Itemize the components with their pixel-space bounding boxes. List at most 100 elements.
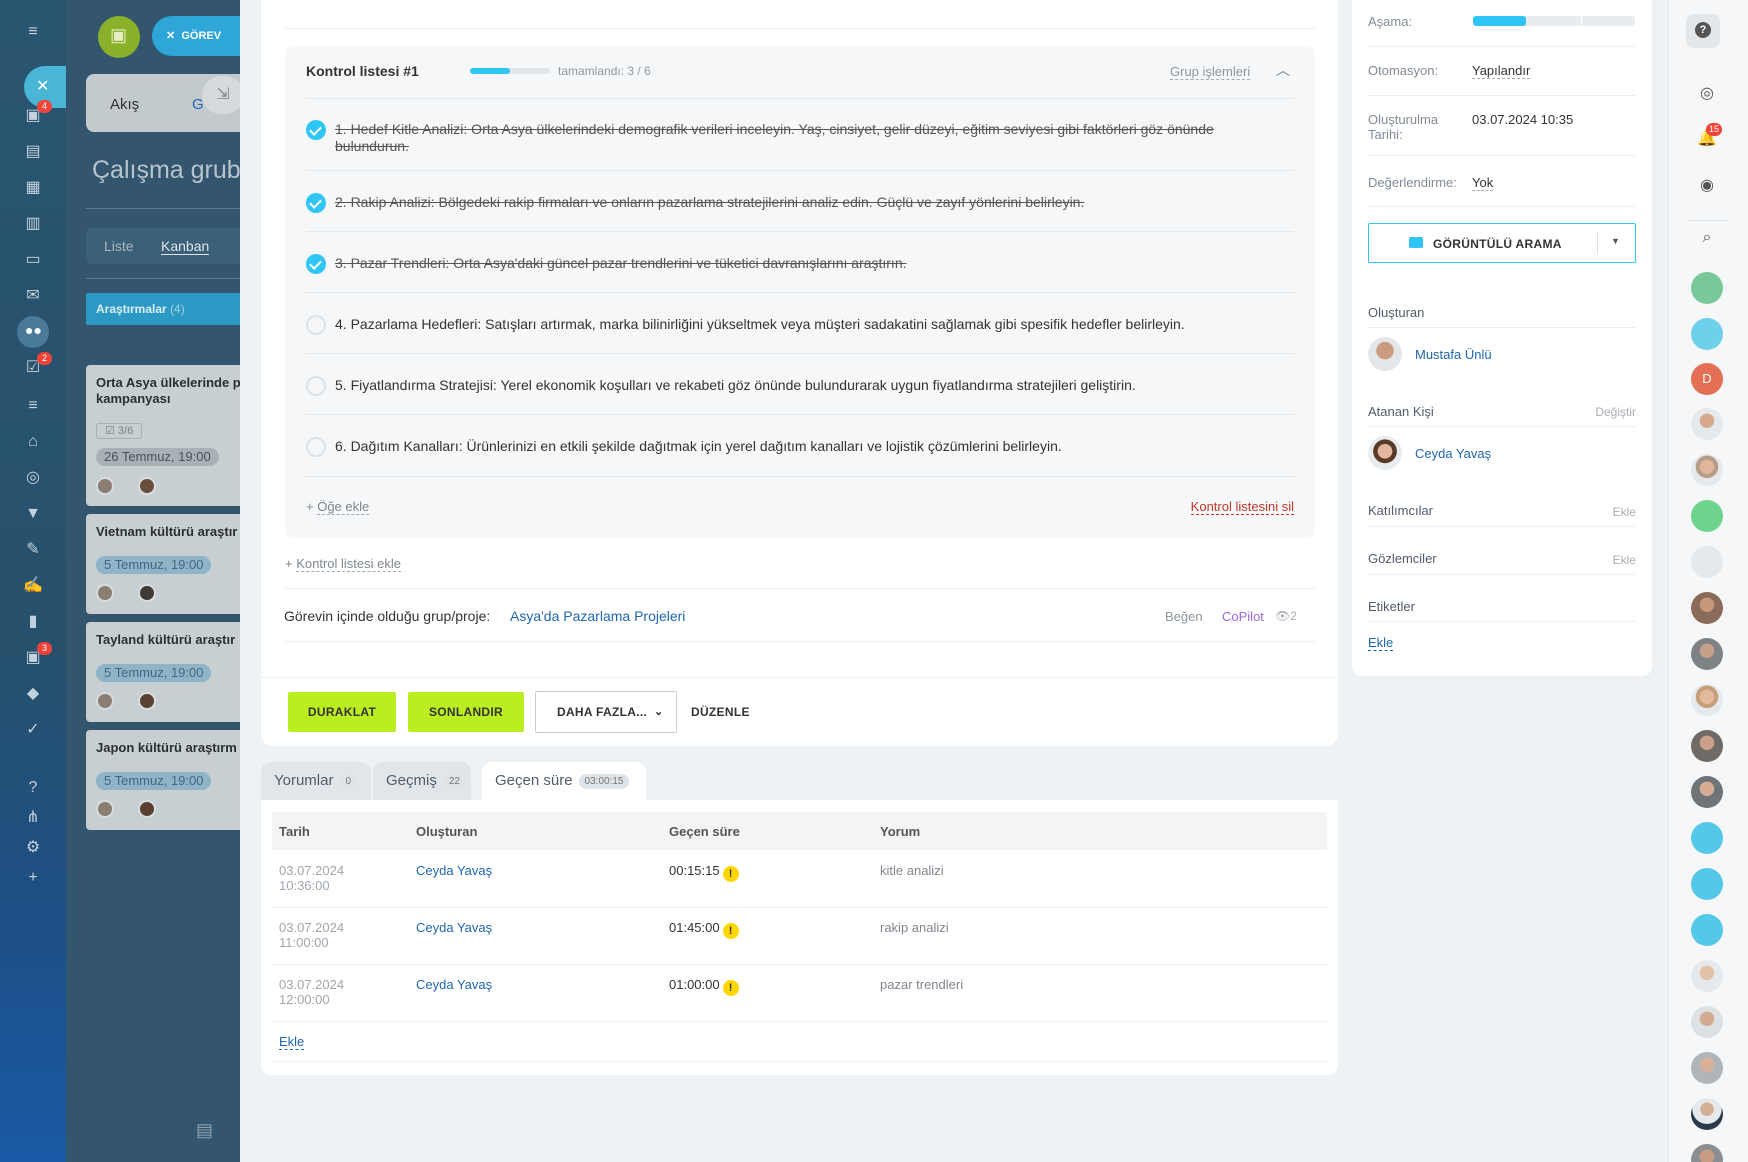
copilot-icon[interactable]: ◎ [1697, 84, 1717, 104]
user-clock-icon[interactable] [1691, 914, 1723, 946]
tab-elapsed-time[interactable]: Geçen süre 03:00:15 [482, 762, 646, 802]
assignee-name-link[interactable]: Ceyda Yavaş [1415, 446, 1491, 461]
avatar[interactable] [1691, 1006, 1723, 1038]
tab-history[interactable]: Geçmiş 22 [373, 762, 471, 800]
chat-icon[interactable]: ▤ [21, 140, 45, 164]
project-label: Görevin içinde olduğu grup/proje: [284, 608, 491, 624]
kanban-card[interactable]: Tayland kültürü araştır 5 Temmuz, 19:00 [86, 622, 240, 722]
kanban-card[interactable]: Orta Asya ülkelerinde p kampanyası ☑ 3/6… [86, 365, 240, 506]
checkbox-checked[interactable] [306, 193, 326, 213]
box-icon[interactable]: ◆ [21, 682, 45, 706]
stage-bar[interactable] [1473, 16, 1635, 26]
avatar[interactable] [1368, 337, 1402, 371]
printer-icon[interactable]: ▤ [196, 1120, 213, 1141]
avatar [96, 692, 114, 710]
avatar[interactable]: D [1691, 363, 1723, 395]
add-icon[interactable]: + [21, 866, 45, 890]
image-icon[interactable] [1691, 546, 1723, 578]
document-icon[interactable] [1691, 500, 1723, 532]
user-clock-icon[interactable] [1691, 868, 1723, 900]
chevron-down-icon[interactable]: ▼ [1611, 236, 1620, 246]
groups-icon[interactable]: ●● [17, 316, 49, 348]
schedule-icon[interactable]: ▦ [21, 176, 45, 200]
edit-button[interactable]: DÜZENLE [691, 705, 750, 719]
bank-icon[interactable]: ⌂ [21, 430, 45, 454]
avatar[interactable] [1691, 408, 1723, 440]
add-item-link[interactable]: + Öğe ekle [306, 499, 370, 515]
collapse-chevron-icon[interactable]: ︿ [1276, 60, 1290, 80]
check-circle-icon[interactable]: ✓ [21, 718, 45, 742]
avatar[interactable] [1691, 684, 1723, 716]
avatar[interactable] [1691, 1098, 1723, 1130]
avatar[interactable] [1691, 776, 1723, 808]
user-link[interactable]: Ceyda Yavaş [416, 977, 492, 992]
avatar[interactable] [1691, 638, 1723, 670]
new-task-button[interactable]: ✕ GÖREV [152, 16, 240, 56]
checklist-title[interactable]: Kontrol listesi #1 [306, 63, 419, 79]
tab-list[interactable]: Liste [104, 238, 134, 254]
minimize-icon[interactable]: ⇲ [202, 76, 240, 114]
video-call-button[interactable]: GÖRÜNTÜLÜ ARAMA ▼ [1368, 223, 1636, 263]
menu-icon[interactable]: ≡ [21, 20, 45, 44]
document-icon[interactable]: ▥ [21, 212, 45, 236]
signature-icon[interactable]: ✍ [21, 574, 45, 598]
group-actions-link[interactable]: Grup işlemleri [1170, 64, 1251, 80]
add-participant-link[interactable]: Ekle [1613, 505, 1636, 519]
project-link[interactable]: Asya'da Pazarlama Projeleri [510, 608, 685, 624]
avatar[interactable] [1368, 436, 1402, 470]
avatar[interactable] [1691, 592, 1723, 624]
mail-icon[interactable]: ✉ [21, 284, 45, 308]
avatar[interactable] [1691, 454, 1723, 486]
help-button[interactable]: ? [1686, 14, 1720, 48]
analytics-icon[interactable]: ▮ [21, 610, 45, 634]
target-icon[interactable]: ◎ [21, 466, 45, 490]
avatar[interactable] [1691, 1144, 1723, 1162]
pause-button[interactable]: DURAKLAT [288, 692, 396, 732]
add-observer-link[interactable]: Ekle [1613, 553, 1636, 567]
created-date-value: 03.07.2024 10:35 [1472, 112, 1574, 127]
messages-icon[interactable]: ◉ [1697, 176, 1717, 196]
user-link[interactable]: Ceyda Yavaş [416, 920, 492, 935]
deadline-badge: 5 Temmuz, 19:00 [96, 772, 212, 790]
kanban-card[interactable]: Japon kültürü araştırm 5 Temmuz, 19:00 [86, 730, 240, 830]
sitemap-icon[interactable]: ⋔ [21, 806, 45, 830]
delete-checklist-link[interactable]: Kontrol listesini sil [1190, 499, 1294, 515]
table-row: 03.07.2024 11:00:00 Ceyda Yavaş 01:45:00… [279, 920, 949, 950]
add-checklist-link[interactable]: + Kontrol listesi ekle [285, 556, 401, 572]
avatar[interactable] [1691, 730, 1723, 762]
tab-comments[interactable]: Yorumlar 0 [261, 762, 371, 800]
cart-icon[interactable]: ▼ [21, 502, 45, 526]
user-link[interactable]: Ceyda Yavaş [416, 863, 492, 878]
search-icon[interactable]: ⌕ [1697, 228, 1717, 248]
change-assignee-link[interactable]: Değiştir [1595, 405, 1636, 419]
tab-stream[interactable]: Akış [110, 96, 139, 113]
tags-label: Etiketler [1368, 599, 1415, 614]
add-tag-link[interactable]: Ekle [1368, 635, 1394, 651]
more-actions-dropdown[interactable]: DAHA FAZLA... ⌄ [535, 691, 677, 733]
automation-configure-link[interactable]: Yapılandır [1472, 63, 1531, 79]
creator-name-link[interactable]: Mustafa Ünlü [1415, 347, 1492, 362]
kanban-card[interactable]: Vietnam kültürü araştır 5 Temmuz, 19:00 [86, 514, 240, 614]
copilot-link[interactable]: CoPilot [1222, 609, 1264, 624]
chat-bubble-icon[interactable] [1691, 318, 1723, 350]
checkbox-unchecked[interactable] [306, 315, 326, 335]
help-icon[interactable]: ? [21, 776, 45, 800]
drive-icon[interactable]: ▭ [21, 248, 45, 272]
avatar[interactable] [1691, 960, 1723, 992]
edit-list-icon[interactable]: ✎ [21, 538, 45, 562]
filter-icon[interactable]: ≡ [21, 394, 45, 418]
avatar[interactable] [1691, 1052, 1723, 1084]
tab-kanban[interactable]: Kanban [161, 238, 210, 255]
group-chat-icon[interactable] [1691, 272, 1723, 304]
add-time-link[interactable]: Ekle [279, 1034, 305, 1050]
checkbox-checked[interactable] [306, 120, 326, 140]
rating-value[interactable]: Yok [1472, 175, 1494, 191]
user-clock-icon[interactable] [1691, 822, 1723, 854]
like-link[interactable]: Beğen [1165, 609, 1203, 624]
checkbox-unchecked[interactable] [306, 376, 326, 396]
finish-button[interactable]: SONLANDIR [408, 692, 524, 732]
checkbox-checked[interactable] [306, 254, 326, 274]
rating-label: Değerlendirme: [1368, 175, 1457, 190]
checkbox-unchecked[interactable] [306, 437, 326, 457]
settings-icon[interactable]: ⚙ [21, 836, 45, 860]
